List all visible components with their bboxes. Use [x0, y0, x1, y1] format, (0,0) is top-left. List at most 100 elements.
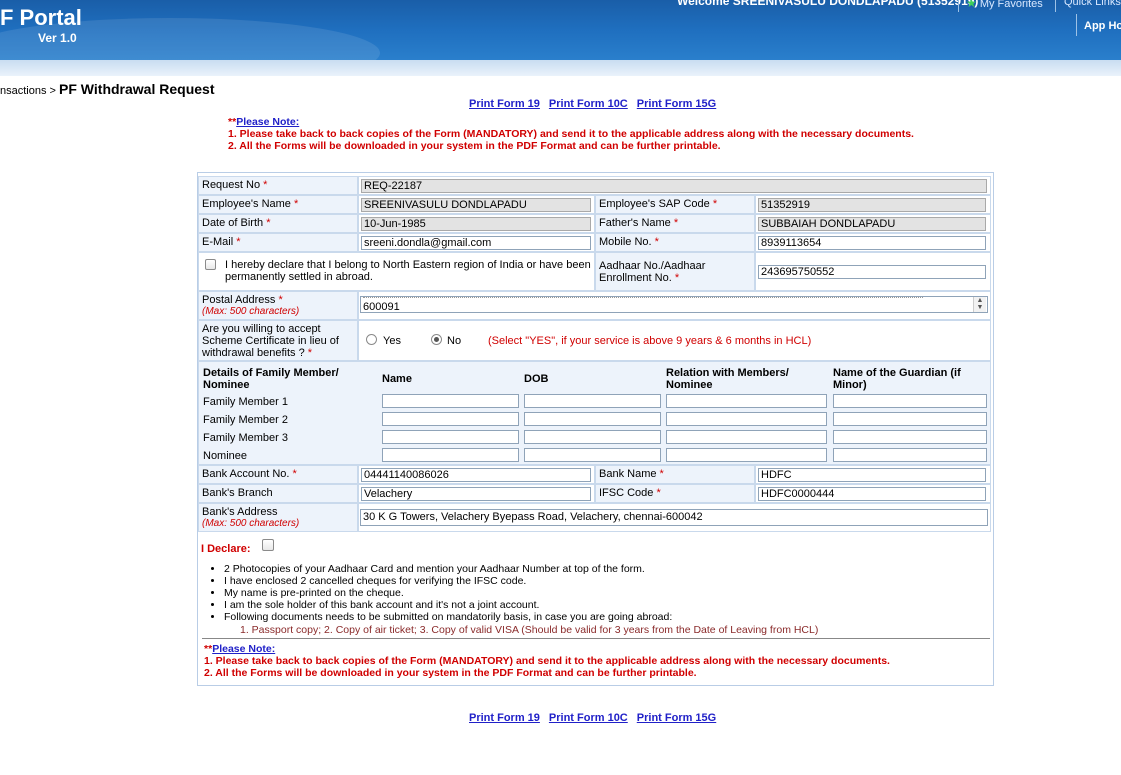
ifsc-value-cell: HDFC0000444 — [755, 484, 991, 503]
branch-label-cell: Bank's Branch — [198, 484, 358, 503]
ne-region-checkbox[interactable] — [205, 259, 216, 270]
family-member-1-guardian[interactable] — [833, 394, 987, 408]
postal-label: Postal Address * (Max: 500 characters) — [202, 294, 299, 318]
scheme-yes-radio[interactable] — [366, 334, 377, 345]
family-col-guardian-line-2: Minor) — [833, 379, 867, 391]
print-form-15g-link[interactable]: Print Form 15G — [637, 98, 716, 110]
dob-label-cell: Date of Birth * — [198, 214, 358, 233]
aadhaar-label-line-1: Aadhaar No./Aadhaar — [599, 260, 706, 272]
required-mark: * — [266, 217, 271, 229]
required-mark: * — [673, 217, 679, 229]
family-section-heading: Details of Family Member/ Nominee — [203, 367, 339, 391]
family-member-1-name[interactable] — [382, 394, 519, 408]
sap-label-cell: Employee's SAP Code * — [595, 195, 755, 214]
required-mark: * — [656, 487, 661, 499]
required-mark: * — [659, 468, 664, 480]
family-member-3-name[interactable] — [382, 430, 519, 444]
postal-address-value: 600091 — [363, 301, 400, 313]
father-label-cell: Father's Name * — [595, 214, 755, 233]
please-note-heading: Please Note: — [236, 116, 300, 128]
sap-label: Employee's SAP Code * — [599, 198, 717, 210]
mobile-field[interactable]: 8939113654 — [758, 236, 986, 250]
note-line-2: 2. All the Forms will be downloaded in y… — [228, 140, 721, 152]
request-no-label-text: Request No — [202, 179, 261, 191]
branch-label: Bank's Branch — [202, 487, 273, 499]
family-col-relation-line-2: Nominee — [666, 379, 713, 391]
family-col-relation: Relation with Members/ Nominee — [666, 367, 789, 391]
family-member-2-guardian[interactable] — [833, 412, 987, 426]
scheme-hint: (Select "YES", if your service is above … — [488, 335, 812, 347]
ifsc-field[interactable]: HDFC0000444 — [758, 487, 986, 501]
brand-logo: F Portal — [0, 5, 82, 30]
family-col-guardian-line-1: Name of the Guardian (if — [833, 367, 961, 379]
nominee-relation[interactable] — [666, 448, 827, 462]
bank-branch-field[interactable]: Velachery — [361, 487, 591, 501]
email-field[interactable]: sreeni.dondla@gmail.com — [361, 236, 591, 250]
scheme-value-cell: Yes No (Select "YES", if your service is… — [358, 320, 991, 361]
breadcrumb-parent[interactable]: nsactions — [0, 85, 46, 97]
ifsc-label: IFSC Code * — [599, 487, 661, 499]
bank-addr-value-cell: 30 K G Towers, Velachery Byepass Road, V… — [358, 503, 991, 532]
emp-name-label: Employee's Name * — [202, 198, 298, 210]
i-declare-checkbox[interactable] — [262, 539, 274, 551]
bank-name-value-cell: HDFC — [755, 465, 991, 484]
branch-value-cell: Velachery — [358, 484, 595, 503]
scheme-label-cell: Are you willing to accept Scheme Certifi… — [198, 320, 358, 361]
bank-acc-label-text: Bank Account No. — [202, 468, 290, 480]
required-mark: * — [263, 179, 268, 191]
bank-addr-label: Bank's Address (Max: 500 characters) — [202, 506, 299, 530]
bank-name-field[interactable]: HDFC — [758, 468, 986, 482]
family-member-2-relation[interactable] — [666, 412, 827, 426]
quick-links-link[interactable]: Quick Links — [1064, 0, 1121, 8]
scheme-label-line-2: Scheme Certificate in lieu of — [202, 335, 339, 347]
required-mark: * — [278, 294, 283, 306]
dob-label-text: Date of Birth — [202, 217, 264, 229]
aadhaar-label-line-2: Enrollment No. — [599, 272, 672, 284]
family-col-dob: DOB — [524, 373, 549, 385]
family-member-2-name[interactable] — [382, 412, 519, 426]
mobile-label-text: Mobile No. — [599, 236, 652, 248]
app-home-link[interactable]: App Ho — [1084, 20, 1121, 32]
nominee-name[interactable] — [382, 448, 519, 462]
family-member-3-relation[interactable] — [666, 430, 827, 444]
family-col-relation-line-1: Relation with Members/ — [666, 367, 789, 379]
print-form-10c-link[interactable]: Print Form 10C — [549, 712, 628, 724]
print-form-15g-link[interactable]: Print Form 15G — [637, 712, 716, 724]
note-asterisk: ** — [204, 643, 213, 655]
scheme-label: Are you willing to accept Scheme Certifi… — [202, 323, 339, 359]
bank-address-field[interactable]: 30 K G Towers, Velachery Byepass Road, V… — [360, 509, 988, 526]
aadhaar-field[interactable]: 243695750552 — [758, 265, 986, 279]
sap-value-cell: 51352919 — [755, 195, 991, 214]
family-member-3-dob[interactable] — [524, 430, 661, 444]
emp-name-label-text: Employee's Name — [202, 198, 291, 210]
note-line-1: 1. Please take back to back copies of th… — [228, 128, 914, 140]
header-divider — [958, 0, 959, 12]
scheme-no-radio[interactable] — [431, 334, 442, 345]
required-mark: * — [307, 347, 313, 359]
bank-acc-label: Bank Account No. * — [202, 468, 297, 480]
my-favorites-link[interactable]: ★ My Favorites — [966, 0, 1043, 10]
star-icon: ★ — [966, 0, 977, 10]
nominee-dob[interactable] — [524, 448, 661, 462]
postal-address-textarea[interactable]: 600091 ▲ ▼ — [360, 296, 988, 313]
print-form-19-link[interactable]: Print Form 19 — [469, 98, 540, 110]
print-form-19-link[interactable]: Print Form 19 — [469, 712, 540, 724]
ne-declaration-text: I hereby declare that I belong to North … — [225, 259, 591, 283]
print-form-10c-link[interactable]: Print Form 10C — [549, 98, 628, 110]
list-item: Following documents needs to be submitte… — [224, 611, 672, 623]
bank-acc-label-cell: Bank Account No. * — [198, 465, 358, 484]
bank-addr-hint: (Max: 500 characters) — [202, 518, 300, 529]
request-no-value-cell: REQ-22187 — [358, 176, 991, 195]
ifsc-label-cell: IFSC Code * — [595, 484, 755, 503]
required-mark: * — [293, 198, 299, 210]
family-member-2-dob[interactable] — [524, 412, 661, 426]
family-member-1-dob[interactable] — [524, 394, 661, 408]
bank-account-field[interactable]: 04441140086026 — [361, 468, 591, 482]
list-item: I am the sole holder of this bank accoun… — [224, 599, 672, 611]
family-member-3-guardian[interactable] — [833, 430, 987, 444]
family-row-label: Family Member 1 — [203, 396, 288, 408]
nominee-guardian[interactable] — [833, 448, 987, 462]
family-member-1-relation[interactable] — [666, 394, 827, 408]
sap-code-field: 51352919 — [758, 198, 986, 212]
textarea-scrollbar[interactable]: ▲ ▼ — [973, 297, 986, 312]
